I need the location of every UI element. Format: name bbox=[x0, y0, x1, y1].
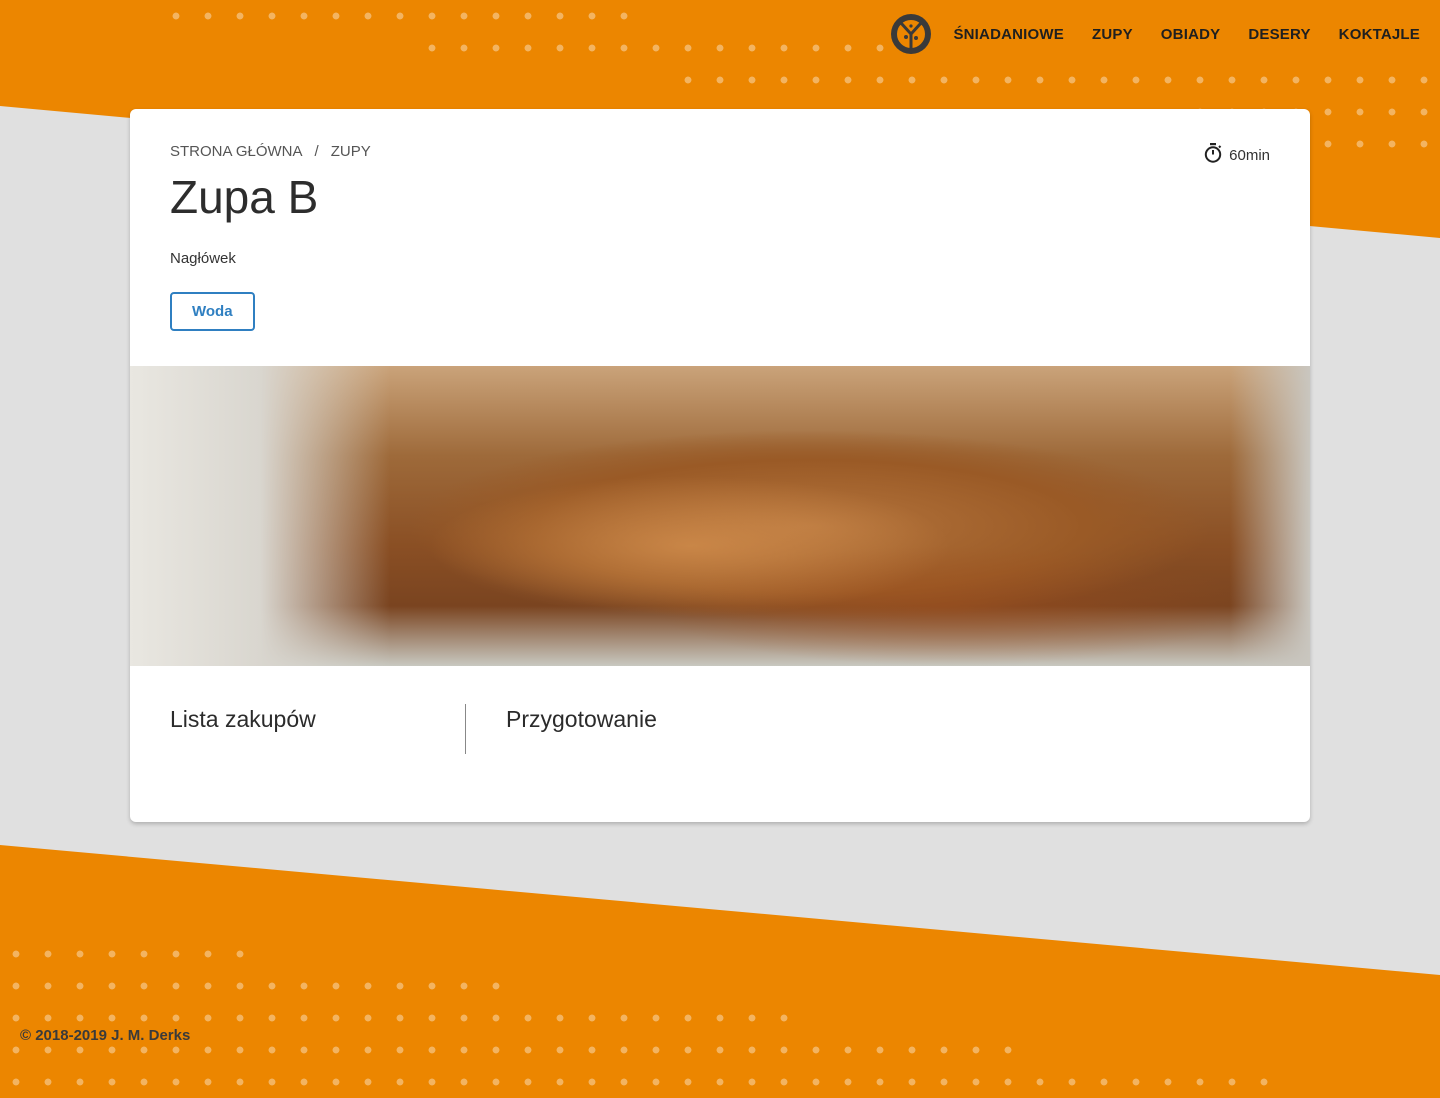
nav-item-sniadaniowe[interactable]: ŚNIADANIOWE bbox=[953, 26, 1064, 43]
preparation-title: Przygotowanie bbox=[506, 706, 657, 732]
nav-item-obiady[interactable]: OBIADY bbox=[1161, 26, 1221, 43]
recipe-image bbox=[130, 366, 1310, 666]
ingredient-tag-button[interactable]: Woda bbox=[170, 291, 255, 331]
shopping-list-section: Lista zakupów bbox=[130, 666, 466, 822]
nav-item-koktajle[interactable]: KOKTAJLE bbox=[1339, 26, 1420, 43]
dot-pattern bbox=[416, 32, 896, 64]
nav-item-desery[interactable]: DESERY bbox=[1248, 26, 1310, 43]
recipe-subtitle: Nagłówek bbox=[170, 249, 236, 267]
breadcrumb-separator: / bbox=[314, 143, 319, 160]
recipe-sections: Lista zakupów Przygotowanie bbox=[130, 666, 1310, 822]
dot-pattern bbox=[0, 970, 512, 1002]
recipe-card: STRONA GŁÓWNA / ZUPY 60min Zupa B Nagłów… bbox=[130, 109, 1310, 822]
stopwatch-icon bbox=[1204, 143, 1222, 167]
nav-item-zupy[interactable]: ZUPY bbox=[1092, 26, 1133, 43]
dot-pattern bbox=[0, 1066, 1280, 1098]
breadcrumb-category-link[interactable]: ZUPY bbox=[331, 143, 371, 160]
main-nav: ŚNIADANIOWE ZUPY OBIADY DESERY KOKTAJLE bbox=[891, 14, 1420, 54]
dot-pattern bbox=[672, 64, 1440, 96]
copyright: © 2018-2019 J. M. Derks bbox=[20, 1027, 191, 1044]
recipe-title: Zupa B bbox=[170, 171, 319, 223]
pizza-icon[interactable] bbox=[891, 14, 932, 54]
prep-time-value: 60min bbox=[1229, 146, 1270, 164]
preparation-section: Przygotowanie bbox=[466, 666, 697, 822]
recipe-header: STRONA GŁÓWNA / ZUPY 60min Zupa B Nagłów… bbox=[130, 109, 1310, 366]
breadcrumb: STRONA GŁÓWNA / ZUPY bbox=[170, 143, 1270, 160]
breadcrumb-home-link[interactable]: STRONA GŁÓWNA bbox=[170, 143, 303, 160]
dot-pattern bbox=[0, 938, 256, 970]
prep-time: 60min bbox=[1204, 143, 1270, 167]
shopping-list-title: Lista zakupów bbox=[170, 706, 316, 732]
dot-pattern bbox=[160, 0, 640, 32]
